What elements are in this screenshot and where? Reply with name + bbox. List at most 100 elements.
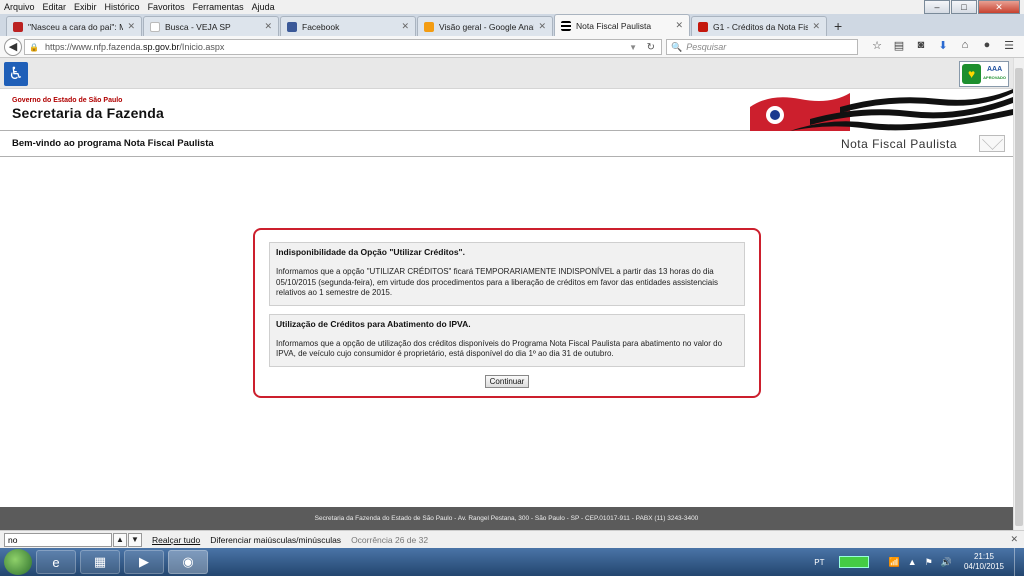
notice-title: Indisponibilidade da Opção "Utilizar Cré… xyxy=(276,247,465,257)
notice-body: Informamos que a opção de utilização dos… xyxy=(276,338,723,359)
vertical-scrollbar[interactable] xyxy=(1013,58,1024,530)
menu-arquivo[interactable]: Arquivo xyxy=(0,2,39,12)
search-input[interactable]: 🔍 Pesquisar xyxy=(666,39,858,55)
tab-label: G1 - Créditos da Nota Fisca... xyxy=(713,21,809,32)
notice-box: Indisponibilidade da Opção "Utilizar Cré… xyxy=(253,228,761,398)
search-placeholder: Pesquisar xyxy=(686,42,727,52)
home-icon[interactable]: ⌂ xyxy=(954,39,976,52)
lock-icon: 🔒 xyxy=(29,42,39,52)
new-tab-button[interactable]: + xyxy=(828,16,848,36)
find-bar: ▲ ▼ Realçar tudo Diferenciar maiúsculas/… xyxy=(0,530,1024,548)
brand-title: Nota Fiscal Paulista xyxy=(840,137,957,151)
pocket-icon[interactable]: ◙ xyxy=(910,39,932,52)
analytics-icon xyxy=(424,21,434,32)
menu-icon[interactable]: ☰ xyxy=(998,39,1020,52)
tab-nota-fiscal[interactable]: Nota Fiscal Paulista ✕ xyxy=(554,14,690,36)
tab-g1[interactable]: G1 - Créditos da Nota Fisca... ✕ xyxy=(691,16,827,36)
search-icon: 🔍 xyxy=(671,41,683,52)
gov-label: Governo do Estado de São Paulo xyxy=(12,97,123,104)
clock-date: 04/10/2015 xyxy=(963,562,1004,571)
taskbar: e ▦ ▶ ◉ PT 📶 ▲ ⚑ 🔊 21:15 04/10/2015 xyxy=(0,548,1024,576)
notice-section: Utilização de Créditos para Abatimento d… xyxy=(269,313,745,367)
page-content: ♿ ♥ AAA APROVADO Governo do Estado de São… xyxy=(0,58,1013,530)
clock-time: 21:15 xyxy=(973,552,994,561)
windows-start-icon[interactable] xyxy=(4,549,32,575)
tab-close-icon[interactable]: ✕ xyxy=(127,21,135,32)
tab-veja[interactable]: Busca - VEJA SP ✕ xyxy=(143,16,279,36)
find-previous-button[interactable]: ▲ xyxy=(113,532,127,547)
page-header: Governo do Estado de São Paulo Secretari… xyxy=(0,89,1013,131)
menu-favoritos[interactable]: Favoritos xyxy=(144,2,189,12)
back-button[interactable]: ◀ xyxy=(4,37,22,56)
envelope-icon[interactable] xyxy=(979,135,1005,152)
tab-label: Visão geral - Google Analyt... xyxy=(439,21,535,32)
sp-flag-banner xyxy=(750,89,1013,131)
media-player-icon[interactable]: ▶ xyxy=(124,550,164,574)
tab-close-icon[interactable]: ✕ xyxy=(812,21,820,32)
tab-close-icon[interactable]: ✕ xyxy=(538,21,546,32)
facebook-icon xyxy=(287,21,297,32)
toolbar-icons: ☆ ▤ ◙ ⬇ ⌂ ● ☰ xyxy=(866,39,1020,52)
tab-close-icon[interactable]: ✕ xyxy=(264,21,272,32)
find-input[interactable] xyxy=(4,532,112,547)
reading-list-icon[interactable]: ▤ xyxy=(888,39,910,52)
tab-close-icon[interactable]: ✕ xyxy=(401,21,409,32)
notice-title: Utilização de Créditos para Abatimento d… xyxy=(276,318,471,329)
menu-exibir[interactable]: Exibir xyxy=(70,2,101,12)
match-case-toggle[interactable]: Diferenciar maiúsculas/minúsculas xyxy=(210,535,341,545)
menu-historico[interactable]: Histórico xyxy=(101,2,144,12)
menu-ferramentas[interactable]: Ferramentas xyxy=(189,2,248,12)
firefox-icon[interactable]: ◉ xyxy=(168,550,208,574)
download-icon[interactable]: ⬇ xyxy=(932,39,954,52)
signal-strength-icon[interactable] xyxy=(838,556,869,568)
highlight-all-toggle[interactable]: Realçar tudo xyxy=(152,535,200,545)
button-wrapper: Continuar xyxy=(269,374,745,388)
url-bar[interactable]: 🔒 https://www.nfp.fazenda.sp.gov.br/Inic… xyxy=(24,39,662,55)
tab-bar: "Nasceu a cara do pai": Mr... ✕ Busca - … xyxy=(0,14,1024,36)
reload-icon[interactable]: ↻ xyxy=(647,42,655,53)
tab-nasceu[interactable]: "Nasceu a cara do pai": Mr... ✕ xyxy=(6,16,142,36)
wheelchair-icon[interactable]: ♿ xyxy=(4,62,28,86)
site-title[interactable]: Secretaria da Fazenda xyxy=(12,105,164,121)
network-icon[interactable]: 📶 xyxy=(889,557,900,568)
language-indicator[interactable]: PT xyxy=(814,558,824,567)
tray-arrow-icon[interactable]: ▲ xyxy=(908,557,917,567)
chat-icon[interactable]: ● xyxy=(976,39,998,52)
tab-label: Facebook xyxy=(302,21,340,32)
close-window-button[interactable]: ✕ xyxy=(978,0,1020,14)
notice-section: Indisponibilidade da Opção "Utilizar Cré… xyxy=(269,242,745,306)
close-find-icon[interactable]: ✕ xyxy=(1010,534,1018,545)
tab-analytics[interactable]: Visão geral - Google Analyt... ✕ xyxy=(417,16,553,36)
aaa-accessibility-seal[interactable]: ♥ AAA APROVADO xyxy=(959,61,1009,87)
file-explorer-icon[interactable]: ▦ xyxy=(80,550,120,574)
aaa-label: AAA APROVADO xyxy=(983,66,1006,80)
window-controls: – □ ✕ xyxy=(923,0,1020,14)
accessibility-bar: ♿ ♥ AAA APROVADO xyxy=(0,58,1013,89)
tab-label: "Nasceu a cara do pai": Mr... xyxy=(28,21,124,32)
menu-bar: Arquivo Editar Exibir Histórico Favorito… xyxy=(0,0,1024,14)
menu-editar[interactable]: Editar xyxy=(39,2,71,12)
dropdown-arrow-icon[interactable]: ▼ xyxy=(629,43,637,52)
tab-close-icon[interactable]: ✕ xyxy=(675,20,683,31)
minimize-button[interactable]: – xyxy=(924,0,950,14)
tab-label: Busca - VEJA SP xyxy=(165,21,231,32)
tab-facebook[interactable]: Facebook ✕ xyxy=(280,16,416,36)
url-text: https://www.nfp.fazenda.sp.gov.br/Inicio… xyxy=(44,42,225,52)
menu-ajuda[interactable]: Ajuda xyxy=(248,2,279,12)
flag-icon[interactable]: ⚑ xyxy=(925,557,933,568)
clock[interactable]: 21:15 04/10/2015 xyxy=(964,552,1004,572)
find-next-button[interactable]: ▼ xyxy=(128,532,142,547)
internet-explorer-icon[interactable]: e xyxy=(36,550,76,574)
scrollbar-thumb[interactable] xyxy=(1015,68,1023,526)
welcome-text: Bem-vindo ao programa Nota Fiscal Paulis… xyxy=(12,138,214,149)
maximize-button[interactable]: □ xyxy=(951,0,977,14)
welcome-bar: Bem-vindo ao programa Nota Fiscal Paulis… xyxy=(0,131,1013,157)
bookmark-star-icon[interactable]: ☆ xyxy=(866,39,888,52)
find-status: Ocorrência 26 de 32 xyxy=(351,534,429,545)
tab-label: Nota Fiscal Paulista xyxy=(576,20,652,31)
notice-body: Informamos que a opção "UTILIZAR CRÉDITO… xyxy=(276,267,719,297)
continue-button[interactable]: Continuar xyxy=(484,374,530,388)
volume-icon[interactable]: 🔊 xyxy=(941,557,952,568)
tab-favicon-icon xyxy=(150,21,160,32)
show-desktop-button[interactable] xyxy=(1014,548,1024,576)
